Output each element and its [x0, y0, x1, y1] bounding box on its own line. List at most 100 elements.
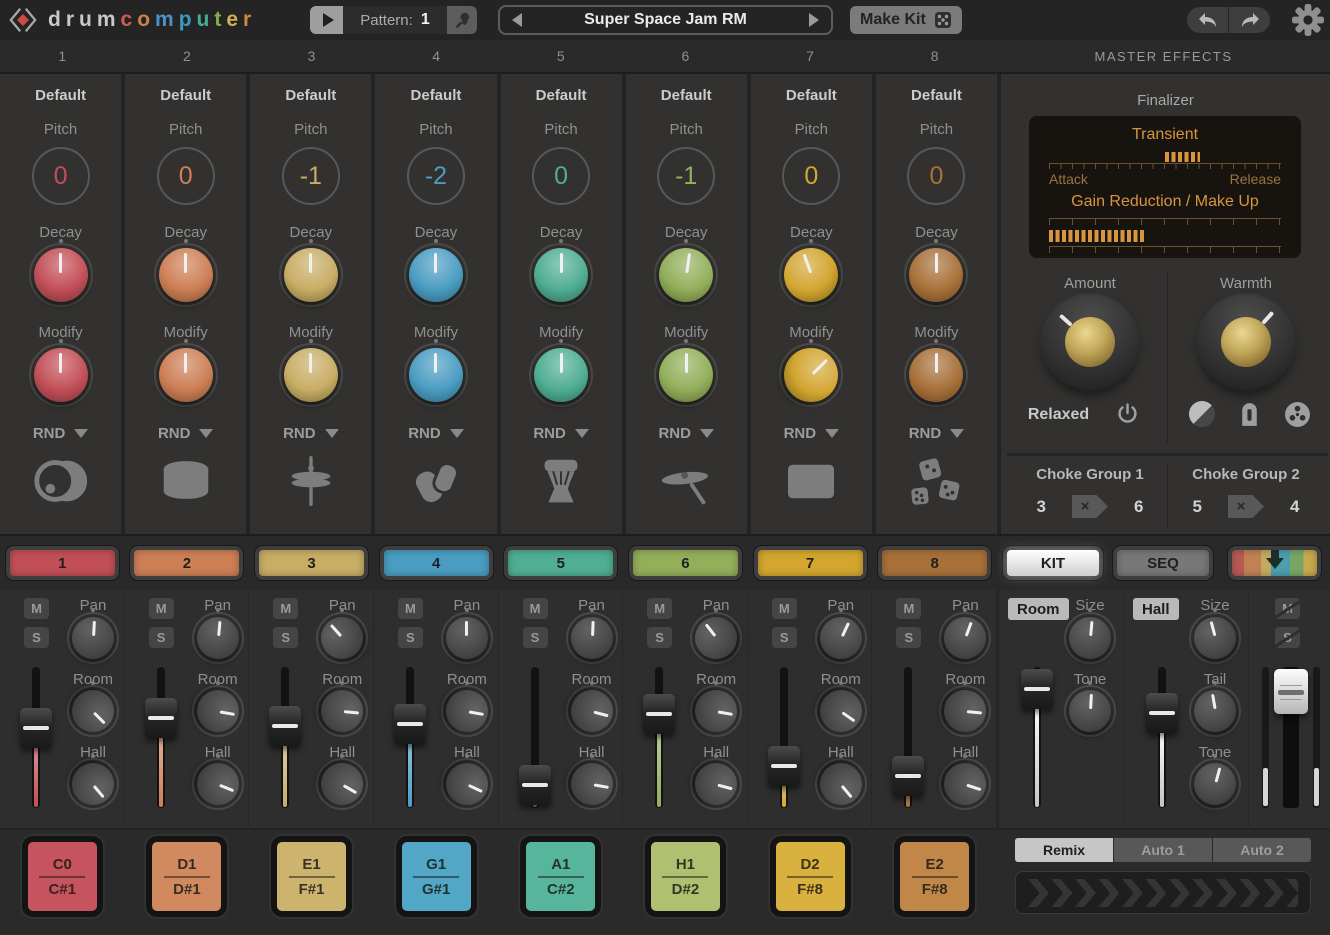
pan-knob[interactable] — [571, 617, 613, 659]
tape-reel-icon[interactable] — [1284, 401, 1311, 428]
drum-pad[interactable]: D2 F#8 — [770, 836, 851, 917]
channel-select-button[interactable]: 3 — [255, 546, 368, 580]
solo-button[interactable]: S — [398, 627, 423, 648]
rnd-dropdown[interactable]: RND — [784, 425, 840, 442]
solo-button[interactable]: S — [24, 627, 49, 648]
hall-reverb-button[interactable]: Hall — [1133, 598, 1179, 620]
drum-pad[interactable]: E2 F#8 — [894, 836, 975, 917]
channel-volume-fader[interactable] — [767, 667, 801, 808]
channel-select-button[interactable]: 8 — [878, 546, 991, 580]
choke2-clear-button[interactable]: × — [1228, 495, 1264, 518]
room-send-knob[interactable] — [944, 690, 986, 732]
modify-knob[interactable] — [659, 348, 713, 402]
make-kit-button[interactable]: Make Kit — [850, 6, 962, 34]
pitch-knob[interactable]: -1 — [657, 147, 715, 205]
drum-pad[interactable]: E1 F#1 — [271, 836, 352, 917]
rnd-dropdown[interactable]: RND — [33, 425, 89, 442]
channel-volume-fader[interactable] — [19, 667, 53, 808]
master-mute-button[interactable]: M — [1275, 598, 1300, 619]
decay-knob[interactable] — [784, 248, 838, 302]
mute-button[interactable]: M — [647, 598, 672, 619]
channel-volume-fader[interactable] — [642, 667, 676, 808]
hall-send-fader[interactable] — [1145, 667, 1179, 808]
mute-button[interactable]: M — [273, 598, 298, 619]
channel-select-button[interactable]: 6 — [629, 546, 742, 580]
decay-knob[interactable] — [409, 248, 463, 302]
solo-button[interactable]: S — [896, 627, 921, 648]
mute-button[interactable]: M — [772, 598, 797, 619]
modify-knob[interactable] — [784, 348, 838, 402]
hall-send-knob[interactable] — [446, 763, 488, 805]
engine-name[interactable]: Default — [911, 87, 962, 104]
hall-tail-knob[interactable] — [1194, 690, 1236, 732]
room-send-knob[interactable] — [695, 690, 737, 732]
pitch-knob[interactable]: 0 — [32, 147, 90, 205]
drum-pad[interactable]: D1 D#1 — [146, 836, 227, 917]
mute-button[interactable]: M — [398, 598, 423, 619]
pan-knob[interactable] — [820, 617, 862, 659]
engine-name[interactable]: Default — [536, 87, 587, 104]
undo-button[interactable] — [1187, 7, 1228, 33]
power-icon[interactable] — [1115, 402, 1140, 427]
master-volume-fader[interactable] — [1274, 669, 1308, 714]
solo-button[interactable]: S — [772, 627, 797, 648]
tube-icon[interactable] — [1239, 401, 1260, 428]
choke1-channel-a[interactable]: 3 — [1037, 497, 1046, 517]
mute-button[interactable]: M — [149, 598, 174, 619]
room-send-knob[interactable] — [571, 690, 613, 732]
play-button[interactable] — [310, 6, 343, 34]
drum-pad[interactable]: H1 D#2 — [645, 836, 726, 917]
solo-button[interactable]: S — [149, 627, 174, 648]
next-preset-button[interactable] — [809, 13, 819, 27]
rnd-dropdown[interactable]: RND — [533, 425, 589, 442]
decay-knob[interactable] — [659, 248, 713, 302]
tab-kit[interactable]: KIT — [1003, 546, 1103, 580]
hall-send-knob[interactable] — [571, 763, 613, 805]
pitch-knob[interactable]: 0 — [782, 147, 840, 205]
choke2-channel-b[interactable]: 4 — [1290, 497, 1299, 517]
decay-knob[interactable] — [909, 248, 963, 302]
choke1-clear-button[interactable]: × — [1072, 495, 1108, 518]
rnd-dropdown[interactable]: RND — [909, 425, 965, 442]
modify-knob[interactable] — [409, 348, 463, 402]
pitch-knob[interactable]: -1 — [282, 147, 340, 205]
saturation-mode-icon[interactable] — [1189, 401, 1215, 427]
room-size-knob[interactable] — [1069, 617, 1111, 659]
pin-button[interactable] — [447, 6, 477, 34]
pan-knob[interactable] — [446, 617, 488, 659]
hall-send-knob[interactable] — [695, 763, 737, 805]
tab-seq[interactable]: SEQ — [1113, 546, 1213, 580]
channel-select-button[interactable]: 1 — [6, 546, 119, 580]
engine-name[interactable]: Default — [786, 87, 837, 104]
modify-knob[interactable] — [534, 348, 588, 402]
pitch-knob[interactable]: 0 — [157, 147, 215, 205]
room-send-knob[interactable] — [321, 690, 363, 732]
channel-select-button[interactable]: 4 — [380, 546, 493, 580]
compressor-mode[interactable]: Relaxed — [1028, 406, 1089, 424]
room-send-knob[interactable] — [446, 690, 488, 732]
amount-knob[interactable] — [1043, 295, 1137, 389]
channel-select-button[interactable]: 5 — [504, 546, 617, 580]
pan-knob[interactable] — [72, 617, 114, 659]
rnd-dropdown[interactable]: RND — [158, 425, 214, 442]
choke1-channel-b[interactable]: 6 — [1134, 497, 1143, 517]
channel-select-button[interactable]: 2 — [130, 546, 243, 580]
rnd-dropdown[interactable]: RND — [658, 425, 714, 442]
modify-knob[interactable] — [159, 348, 213, 402]
warmth-knob[interactable] — [1199, 295, 1293, 389]
choke2-channel-a[interactable]: 5 — [1193, 497, 1202, 517]
engine-name[interactable]: Default — [411, 87, 462, 104]
mute-button[interactable]: M — [896, 598, 921, 619]
drum-pad[interactable]: A1 C#2 — [520, 836, 601, 917]
room-tone-knob[interactable] — [1069, 690, 1111, 732]
pattern-display[interactable]: Pattern: 1 — [343, 6, 447, 34]
modify-knob[interactable] — [909, 348, 963, 402]
channel-volume-fader[interactable] — [518, 667, 552, 808]
finalizer-display[interactable]: Transient Attack Release Gain Reduction … — [1029, 116, 1301, 258]
preset-title[interactable]: Super Space Jam RM — [584, 11, 747, 29]
pitch-knob[interactable]: 0 — [532, 147, 590, 205]
channel-volume-fader[interactable] — [393, 667, 427, 808]
hall-size-knob[interactable] — [1194, 617, 1236, 659]
drum-pad[interactable]: C0 C#1 — [22, 836, 103, 917]
decay-knob[interactable] — [284, 248, 338, 302]
